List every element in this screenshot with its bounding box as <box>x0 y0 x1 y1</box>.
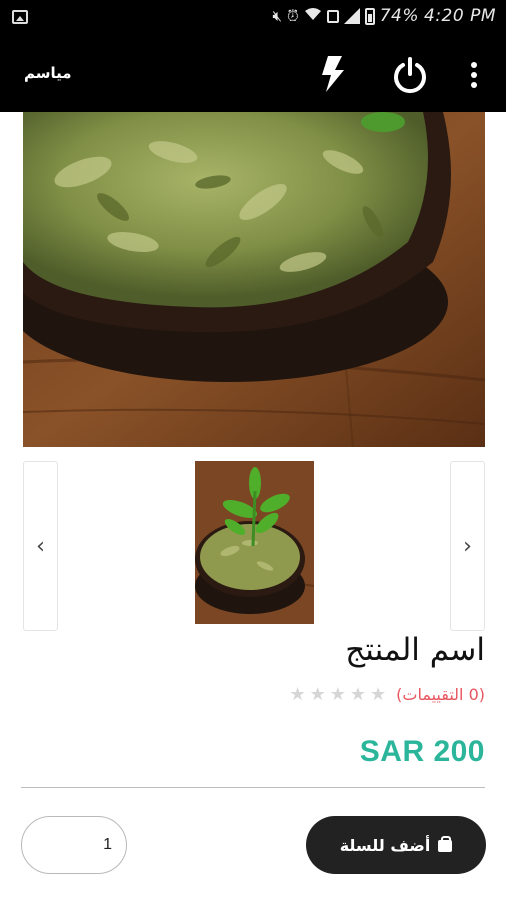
rating-row: (0 التقييمات) ★ ★ ★ ★ ★ <box>289 684 485 705</box>
power-icon[interactable] <box>391 56 429 94</box>
product-name: اسم المنتج <box>345 632 485 668</box>
mute-icon: 🔇︎ <box>272 7 282 25</box>
add-to-cart-button[interactable]: أضف للسلة <box>306 816 486 874</box>
status-bar: 🔇︎ ⏰︎ 74% 4:20 PM <box>0 0 506 36</box>
star-icon: ★ <box>370 684 387 705</box>
more-options-icon[interactable] <box>468 60 480 90</box>
battery-icon <box>364 7 375 25</box>
quantity-field[interactable] <box>21 816 127 874</box>
rating-count[interactable]: (0 التقييمات) <box>396 685 485 704</box>
chevron-right-icon: › <box>463 533 472 559</box>
signal-icon <box>343 8 360 24</box>
gallery-notification-icon <box>12 10 28 24</box>
star-icon: ★ <box>289 684 306 705</box>
alarm-icon: ⏰︎ <box>287 7 299 25</box>
product-thumbnail[interactable] <box>195 461 314 624</box>
star-icon: ★ <box>329 684 346 705</box>
divider <box>21 787 485 788</box>
carousel-next-button[interactable]: › <box>450 461 485 631</box>
sim-icon <box>326 9 339 23</box>
quantity-input[interactable] <box>28 817 112 873</box>
carousel-prev-button[interactable]: ‹ <box>23 461 58 631</box>
battery-percent: 74% <box>379 6 419 26</box>
star-icon: ★ <box>309 684 326 705</box>
app-title: مياسم <box>24 64 72 82</box>
stevia-bowl-thumbnail-image <box>195 461 314 624</box>
product-price: SAR 200 <box>359 735 485 768</box>
add-to-cart-label: أضف للسلة <box>339 835 431 855</box>
flash-icon[interactable] <box>318 54 346 94</box>
dried-herbs-bowl-image <box>23 112 485 447</box>
rating-stars: ★ ★ ★ ★ ★ <box>289 684 386 705</box>
chevron-left-icon: ‹ <box>36 533 45 559</box>
wifi-icon <box>304 7 322 25</box>
star-icon: ★ <box>349 684 366 705</box>
status-icons: 🔇︎ ⏰︎ 74% 4:20 PM <box>273 6 496 26</box>
shopping-bag-icon <box>438 836 453 852</box>
product-main-image <box>23 112 485 447</box>
image-carousel: ‹ › <box>23 461 485 631</box>
app-toolbar: مياسم <box>0 36 506 112</box>
clock: 4:20 PM <box>424 6 496 26</box>
